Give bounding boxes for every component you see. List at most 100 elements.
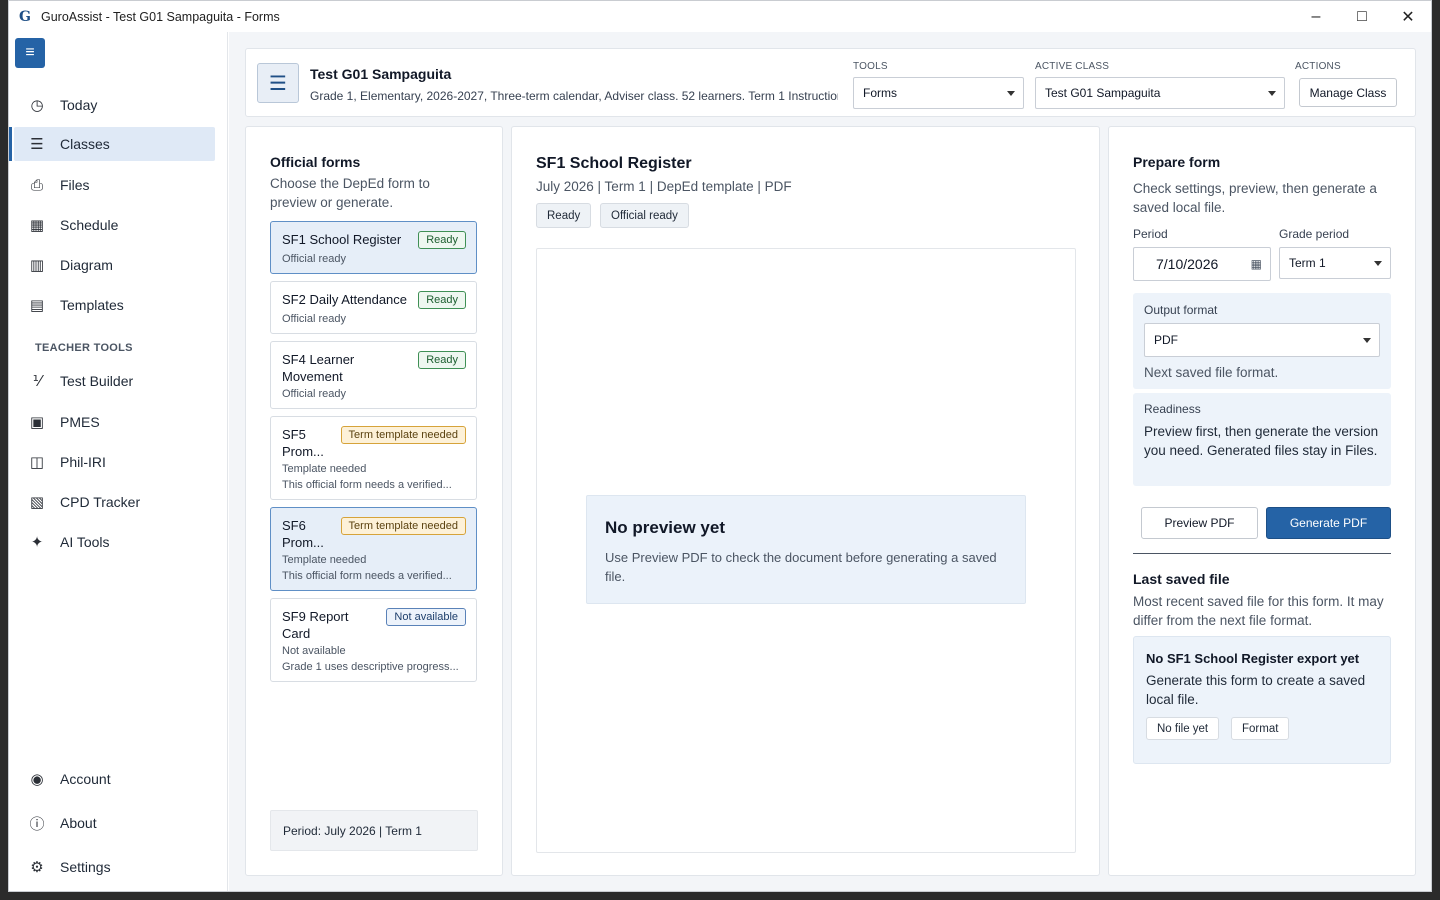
maximize-icon[interactable]: □: [1339, 1, 1385, 32]
output-format-block: Output format PDF Next saved file format…: [1133, 293, 1391, 389]
main-content: ☰ Test G01 Sampaguita Grade 1, Elementar…: [229, 32, 1431, 891]
chevron-down-icon: [1007, 91, 1015, 96]
tools-select[interactable]: Forms: [853, 77, 1024, 109]
sidebar-item-label: Classes: [60, 136, 110, 152]
preview-pdf-button[interactable]: Preview PDF: [1141, 507, 1258, 539]
minimize-icon[interactable]: –: [1293, 1, 1339, 32]
no-file-chip: No file yet: [1146, 717, 1220, 740]
output-format-label: Output format: [1144, 303, 1218, 317]
chevron-down-icon: [1268, 91, 1276, 96]
sidebar-item-label: Account: [60, 771, 111, 787]
class-list-icon: ☰: [257, 63, 299, 103]
test-builder-icon: ⅟: [32, 373, 42, 390]
active-class-select[interactable]: Test G01 Sampaguita: [1035, 77, 1285, 109]
actions-label: ACTIONS: [1295, 61, 1341, 72]
form-item-sf2[interactable]: SF2 Daily Attendance Ready Official read…: [270, 281, 477, 334]
sidebar-item-label: PMES: [60, 414, 100, 430]
sidebar-item-label: Diagram: [60, 257, 113, 273]
form-item-sf6[interactable]: SF6 Prom... Term template needed Templat…: [270, 507, 477, 591]
sidebar-item-schedule[interactable]: ▦ Schedule: [14, 208, 215, 242]
no-export-desc: Generate this form to create a saved loc…: [1146, 673, 1366, 707]
grade-period-label: Grade period: [1279, 227, 1350, 241]
app-window: G GuroAssist - Test G01 Sampaguita - For…: [8, 0, 1432, 892]
calendar-icon[interactable]: ▦: [1251, 257, 1262, 271]
format-chip: Format: [1231, 717, 1290, 740]
sidebar-item-pmes[interactable]: ▣ PMES: [14, 405, 215, 439]
sidebar-item-label: Settings: [60, 859, 111, 875]
class-header: ☰ Test G01 Sampaguita Grade 1, Elementar…: [245, 48, 1416, 117]
form-status: Template needed: [282, 554, 367, 566]
pmes-icon: ▣: [29, 414, 45, 431]
info-icon: ⓘ: [29, 815, 45, 833]
generate-pdf-button[interactable]: Generate PDF: [1266, 507, 1391, 539]
window-controls: – □ ✕: [1293, 1, 1431, 32]
status-badge: Ready: [418, 351, 466, 369]
template-icon: ▤: [29, 297, 45, 314]
sidebar-item-test-builder[interactable]: ⅟ Test Builder: [14, 364, 215, 398]
sidebar-item-label: Today: [60, 97, 98, 113]
preview-title: SF1 School Register: [536, 155, 692, 172]
empty-preview-title: No preview yet: [605, 518, 725, 537]
sidebar-item-today[interactable]: ◷ Today: [14, 88, 215, 122]
account-icon: ◉: [30, 771, 44, 788]
sidebar-item-label: Test Builder: [60, 373, 134, 389]
close-icon[interactable]: ✕: [1385, 1, 1431, 32]
last-saved-title: Last saved file: [1133, 571, 1230, 587]
sidebar-item-phil-iri[interactable]: ◫ Phil-IRI: [14, 445, 215, 479]
sidebar-item-templates[interactable]: ▤ Templates: [14, 288, 215, 322]
output-format-select[interactable]: PDF: [1144, 323, 1380, 357]
form-name: SF9 Report Card: [282, 609, 349, 641]
official-forms-title: Official forms: [270, 154, 361, 170]
grade-period-select[interactable]: Term 1: [1279, 247, 1391, 279]
sidebar: ≡ ◷ Today ☰ Classes ⎙ Files ▦ Schedule ▥…: [9, 32, 228, 891]
hamburger-menu-icon[interactable]: ≡: [15, 38, 45, 68]
sidebar-item-diagram[interactable]: ▥ Diagram: [14, 248, 215, 282]
sidebar-item-label: Files: [60, 177, 90, 193]
title-bar: G GuroAssist - Test G01 Sampaguita - For…: [9, 1, 1431, 32]
prepare-form-desc: Check settings, preview, then generate a…: [1133, 181, 1377, 215]
form-status: Official ready: [282, 388, 346, 400]
preview-area: No preview yet Use Preview PDF to check …: [536, 248, 1076, 853]
form-name: SF4 Learner Movement: [282, 352, 355, 384]
sidebar-item-label: About: [60, 815, 97, 831]
period-date-input[interactable]: 7/10/2026 ▦: [1133, 247, 1271, 281]
official-ready-chip: Official ready: [600, 203, 689, 228]
book-icon: ◫: [29, 454, 45, 471]
form-item-sf1[interactable]: SF1 School Register Ready Official ready: [270, 221, 477, 274]
form-item-sf9[interactable]: SF9 Report Card Not available Not availa…: [270, 598, 477, 682]
status-badge: Term template needed: [340, 426, 466, 444]
form-status: Official ready: [282, 313, 346, 325]
sidebar-item-label: CPD Tracker: [60, 494, 141, 510]
prepare-form-title: Prepare form: [1133, 154, 1221, 170]
sidebar-item-cpd-tracker[interactable]: ▧ CPD Tracker: [14, 485, 215, 519]
sidebar-item-account[interactable]: ◉ Account: [14, 762, 215, 796]
empty-preview-state: No preview yet Use Preview PDF to check …: [586, 495, 1026, 604]
last-saved-file-box: No SF1 School Register export yet Genera…: [1133, 636, 1391, 764]
form-item-sf5[interactable]: SF5 Prom... Term template needed Templat…: [270, 416, 477, 500]
prepare-form-panel: Prepare form Check settings, preview, th…: [1108, 126, 1416, 876]
window-title: GuroAssist - Test G01 Sampaguita - Forms: [41, 9, 280, 24]
sidebar-item-ai-tools[interactable]: ✦ AI Tools: [14, 525, 215, 559]
grade-period-value: Term 1: [1289, 256, 1326, 270]
sidebar-item-classes[interactable]: ☰ Classes: [9, 127, 215, 161]
last-saved-desc: Most recent saved file for this form. It…: [1133, 594, 1384, 628]
sidebar-item-settings[interactable]: ⚙ Settings: [14, 850, 215, 884]
sidebar-item-files[interactable]: ⎙ Files: [14, 168, 215, 202]
chevron-down-icon: [1363, 338, 1371, 343]
manage-class-button[interactable]: Manage Class: [1299, 78, 1397, 107]
teacher-tools-heading: TEACHER TOOLS: [35, 342, 133, 354]
form-status: Official ready: [282, 253, 346, 265]
diagram-icon: ▥: [29, 257, 45, 274]
preview-panel: SF1 School Register July 2026 | Term 1 |…: [511, 126, 1100, 876]
sidebar-item-about[interactable]: ⓘ About: [14, 806, 215, 840]
calendar-icon: ▦: [29, 217, 45, 234]
sidebar-item-label: Schedule: [60, 217, 119, 233]
class-title: Test G01 Sampaguita: [310, 66, 452, 82]
magic-wand-icon: ✦: [30, 534, 44, 551]
tools-select-value: Forms: [863, 86, 897, 100]
form-name: SF1 School Register: [282, 232, 402, 247]
form-item-sf4[interactable]: SF4 Learner Movement Ready Official read…: [270, 341, 477, 409]
sidebar-item-label: Phil-IRI: [60, 454, 106, 470]
gear-icon: ⚙: [30, 859, 44, 876]
readiness-text: Preview first, then generate the version…: [1144, 424, 1379, 458]
